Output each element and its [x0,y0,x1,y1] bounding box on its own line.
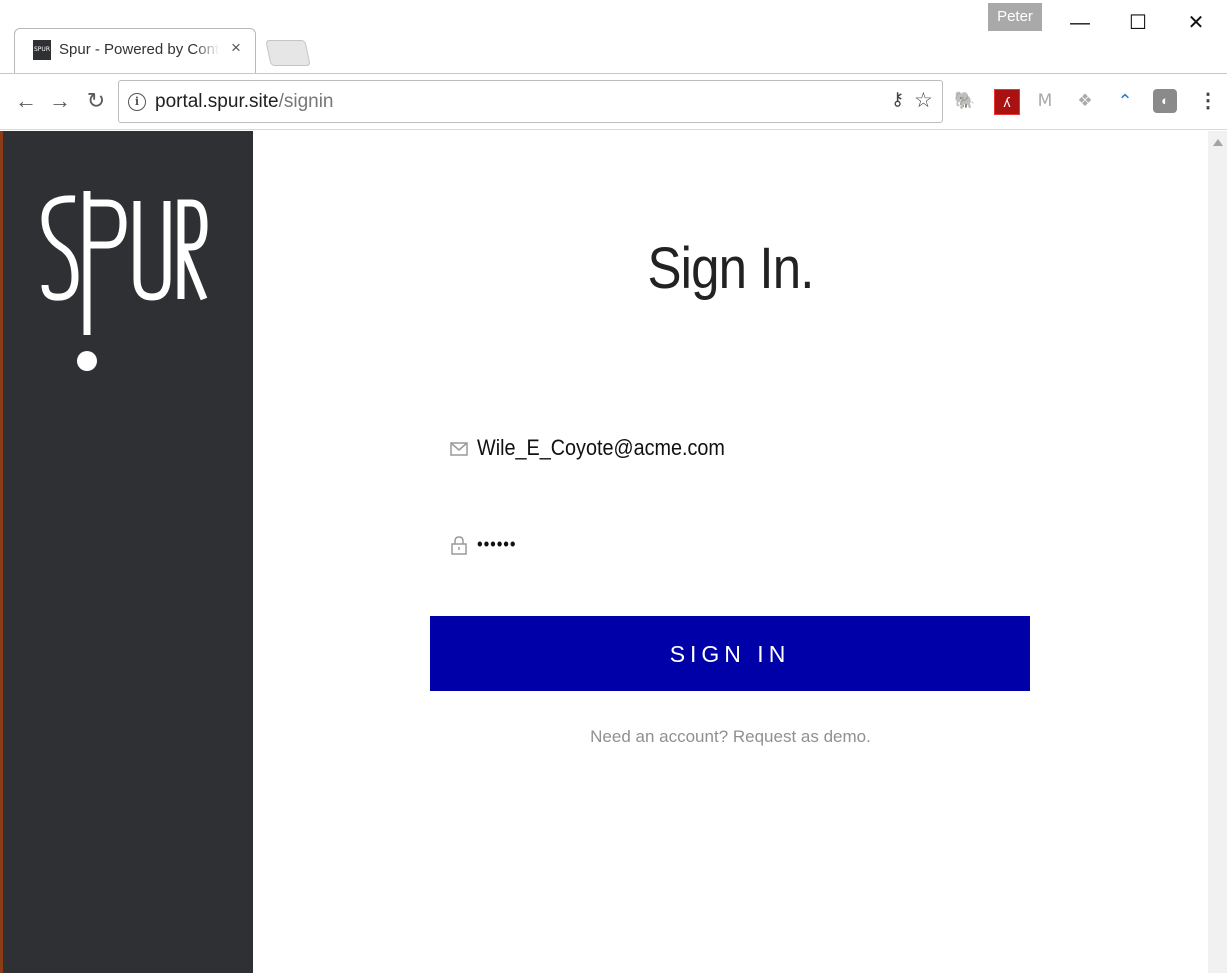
password-field[interactable]: •••••• [449,529,969,563]
page-content: Sign In. Wile_E_Coyote@acme.com •••••• S… [0,131,1227,973]
lock-icon [451,536,467,555]
url-host: portal.spur.site [155,91,279,112]
browser-toolbar: ← → ↻ i portal.spur.site/signin ⚷ ☆ 🐘 ʎ … [0,73,1227,130]
request-demo-link[interactable]: Need an account? Request as demo. [253,727,1208,747]
info-icon[interactable]: i [128,93,146,111]
profile-button[interactable]: Peter [988,3,1042,31]
tab-close-icon[interactable]: × [231,38,241,58]
browser-menu-icon[interactable]: ⋮ [1196,89,1220,113]
key-icon[interactable]: ⚷ [891,89,904,110]
email-field[interactable]: Wile_E_Coyote@acme.com [449,433,969,467]
password-value[interactable]: •••••• [477,534,516,555]
mail-extension-icon[interactable]: M [1033,89,1057,113]
new-tab-button[interactable] [265,40,311,66]
spur-favicon-icon: SPUR [33,40,51,60]
maximize-button[interactable]: ☐ [1118,8,1158,38]
signin-panel: Sign In. Wile_E_Coyote@acme.com •••••• S… [253,131,1208,973]
url-text[interactable]: portal.spur.site/signin [155,91,334,113]
bookmark-star-icon[interactable]: ☆ [914,88,933,113]
box-extension-icon[interactable]: ◐ [1153,89,1177,113]
browser-titlebar: SPUR Spur - Powered by Continuum × Peter… [0,0,1227,74]
spur-logo [41,191,208,371]
sidebar [3,131,253,973]
browser-tab[interactable]: SPUR Spur - Powered by Continuum × [14,28,256,73]
forward-arrow-icon[interactable]: → [46,87,74,115]
reload-icon[interactable]: ↻ [82,87,110,115]
page-title: Sign In. [647,236,814,301]
pdf-extension-icon[interactable]: ʎ [994,89,1020,115]
url-path: /signin [278,91,334,112]
envelope-icon [450,442,468,456]
arc-extension-icon[interactable]: ⌃ [1113,89,1137,113]
sign-in-button[interactable]: SIGN IN [430,616,1030,691]
back-arrow-icon[interactable]: ← [12,87,40,115]
evernote-extension-icon[interactable]: 🐘 [953,89,977,113]
dropbox-extension-icon[interactable]: ❖ [1073,89,1097,113]
vertical-scrollbar[interactable] [1208,131,1227,973]
tab-title: Spur - Powered by Continuum [59,41,219,58]
email-value[interactable]: Wile_E_Coyote@acme.com [477,435,725,461]
address-bar[interactable]: i portal.spur.site/signin ⚷ ☆ [118,80,943,123]
minimize-button[interactable]: — [1060,8,1100,38]
scroll-up-arrow-icon[interactable] [1213,139,1223,146]
close-window-button[interactable]: ✕ [1176,8,1216,38]
